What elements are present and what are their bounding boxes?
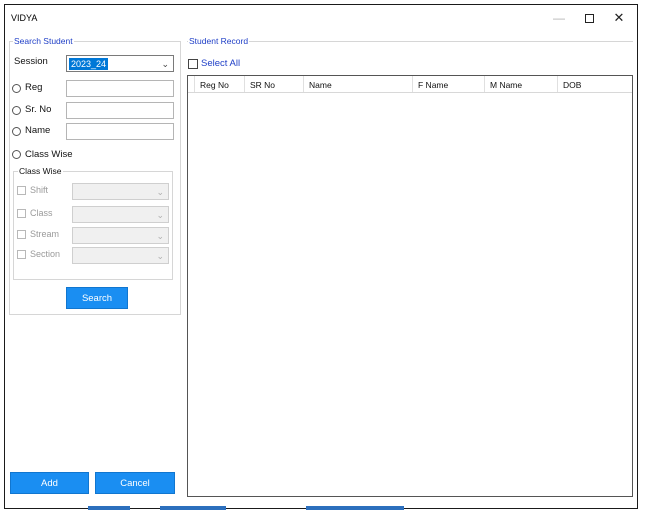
taskbar-item [160, 506, 226, 510]
srno-radio[interactable] [12, 106, 21, 115]
class-select[interactable]: ⌄ [72, 206, 169, 223]
search-student-title: Search Student [13, 36, 74, 46]
section-select[interactable]: ⌄ [72, 247, 169, 264]
name-label: Name [25, 125, 51, 136]
class-label: Class [30, 208, 53, 218]
window-title: VIDYA [11, 13, 38, 23]
close-button[interactable]: ✕ [605, 9, 633, 27]
class-wise-radio-label: Class Wise [25, 149, 73, 160]
section-checkbox[interactable] [17, 250, 26, 259]
stream-select[interactable]: ⌄ [72, 227, 169, 244]
col-sr-no[interactable]: SR No [245, 76, 304, 92]
name-radio[interactable] [12, 127, 21, 136]
row-header-col [188, 76, 195, 92]
grid-header: Reg No SR No Name F Name M Name DOB [188, 76, 632, 93]
taskbar-item [88, 506, 130, 510]
stream-label: Stream [30, 229, 60, 239]
session-select[interactable]: 2023_24 ⌄ [66, 55, 174, 72]
chevron-down-icon: ⌄ [156, 251, 164, 261]
close-icon: ✕ [613, 10, 625, 25]
chevron-down-icon: ⌄ [156, 231, 164, 241]
class-checkbox[interactable] [17, 209, 26, 218]
taskbar-item [306, 506, 404, 510]
class-wise-radio[interactable] [12, 150, 21, 159]
student-grid[interactable]: Reg No SR No Name F Name M Name DOB [187, 75, 633, 497]
search-button[interactable]: Search [66, 287, 128, 309]
maximize-icon [584, 13, 594, 23]
taskbar-strip [4, 505, 638, 514]
srno-input[interactable] [66, 102, 174, 119]
cancel-button[interactable]: Cancel [95, 472, 175, 494]
session-label: Session [14, 56, 48, 67]
select-all-label[interactable]: Select All [201, 58, 240, 69]
chevron-down-icon: ⌄ [156, 187, 164, 197]
col-reg-no[interactable]: Reg No [195, 76, 245, 92]
reg-label: Reg [25, 82, 43, 93]
shift-checkbox[interactable] [17, 186, 26, 195]
class-wise-group-title: Class Wise [18, 166, 63, 176]
section-label: Section [30, 249, 61, 259]
stream-checkbox[interactable] [17, 230, 26, 239]
col-name[interactable]: Name [304, 76, 413, 92]
title-bar: VIDYA — ✕ [5, 5, 637, 31]
session-value: 2023_24 [69, 58, 109, 70]
chevron-down-icon: ⌄ [156, 210, 164, 220]
col-m-name[interactable]: M Name [485, 76, 558, 92]
main-window: VIDYA — ✕ Search Student Session 2023_24… [4, 4, 638, 509]
chevron-down-icon: ⌄ [161, 59, 169, 69]
srno-label: Sr. No [25, 104, 52, 115]
minimize-icon: — [553, 11, 565, 25]
col-f-name[interactable]: F Name [413, 76, 485, 92]
reg-radio[interactable] [12, 84, 21, 93]
maximize-button[interactable] [575, 9, 603, 27]
shift-select[interactable]: ⌄ [72, 183, 169, 200]
reg-input[interactable] [66, 80, 174, 97]
shift-label: Shift [30, 185, 49, 195]
add-button[interactable]: Add [10, 472, 89, 494]
select-all-checkbox[interactable] [188, 59, 198, 69]
minimize-button[interactable]: — [545, 9, 573, 27]
name-input[interactable] [66, 123, 174, 140]
col-dob[interactable]: DOB [558, 76, 632, 92]
student-record-group [187, 41, 633, 42]
student-record-title: Student Record [188, 36, 250, 46]
